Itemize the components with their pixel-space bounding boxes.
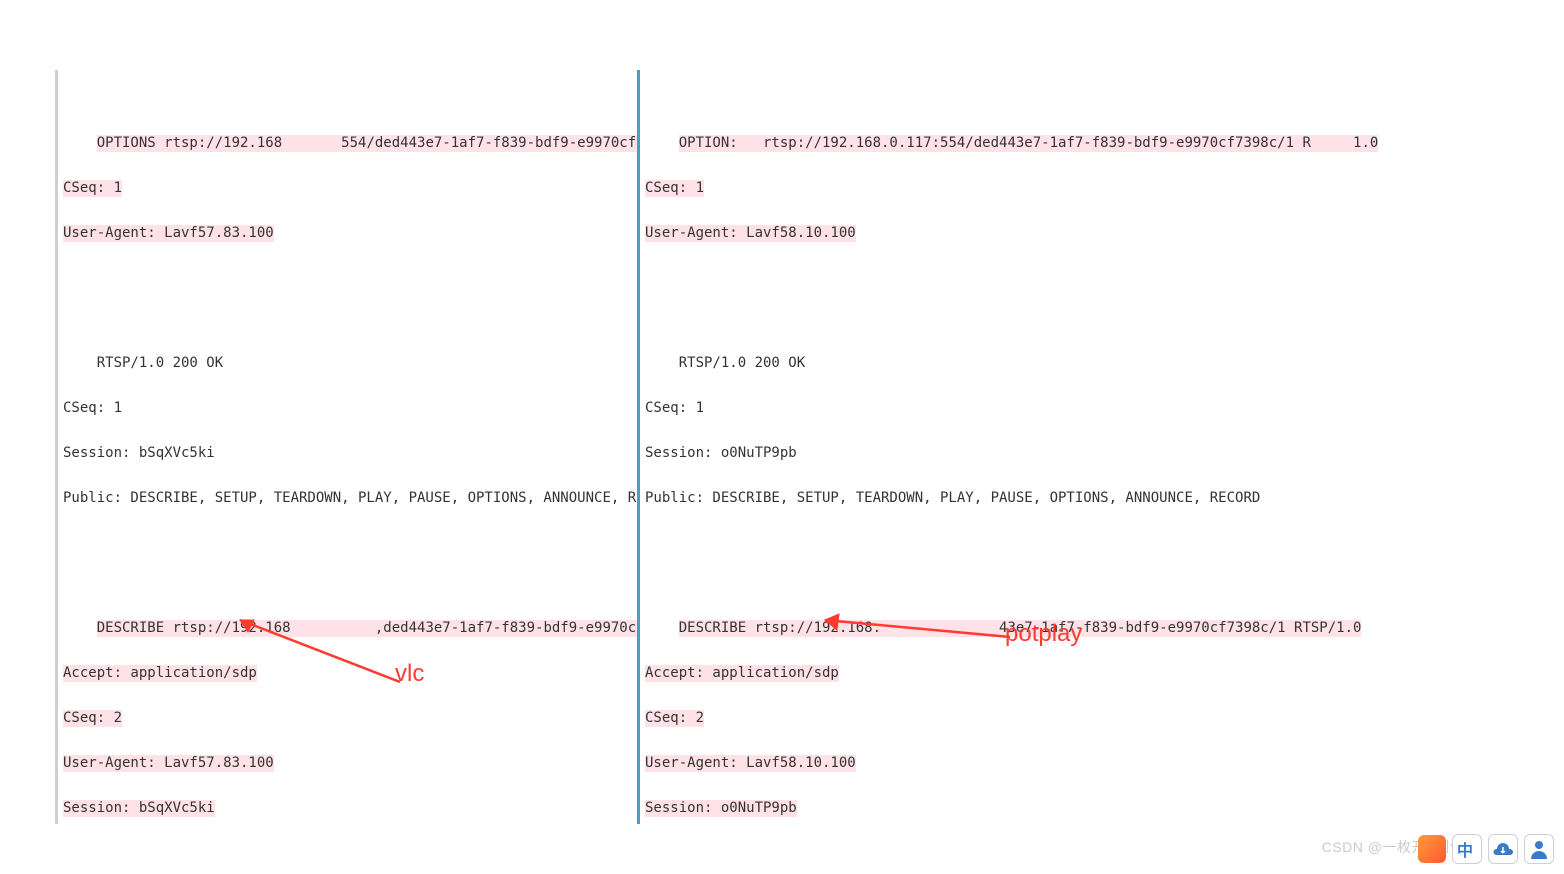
cloud-download-icon[interactable]: [1488, 834, 1518, 864]
log-line: CSeq: 1: [63, 400, 122, 417]
log-pane-potplay: OPTION: rtsp://192.168.0.117:554/ded443e…: [637, 70, 1559, 824]
log-line: CSeq: 1: [63, 180, 122, 197]
label-potplay: potplay: [1005, 625, 1082, 642]
log-line: Session: o0NuTP9pb: [645, 445, 797, 462]
options-request-left: OPTIONS rtsp://192.168 554/ded443e7-1af7…: [63, 104, 638, 273]
log-line: CSeq: 1: [645, 180, 704, 197]
arrow-left-icon: [230, 610, 405, 690]
sogou-icon[interactable]: [1418, 835, 1446, 863]
log-line: RTSP/1.0 200 OK: [97, 355, 223, 372]
log-line: User-Agent: Lavf58.10.100: [645, 755, 856, 772]
log-line: Session: o0NuTP9pb: [645, 800, 797, 817]
log-line: Session: bSqXVc5ki: [63, 800, 215, 817]
log-line: Public: DESCRIBE, SETUP, TEARDOWN, PLAY,…: [63, 490, 639, 507]
log-line: CSeq: 1: [645, 400, 704, 417]
log-line: OPTIONS rtsp://192.168 554/ded443e7-1af7…: [97, 135, 639, 152]
log-line: User-Agent: Lavf58.10.100: [645, 225, 856, 242]
user-icon[interactable]: [1524, 834, 1554, 864]
input-method-icon[interactable]: 中: [1452, 834, 1482, 864]
log-line: CSeq: 2: [63, 710, 122, 727]
arrow-right-icon: [815, 612, 1015, 647]
log-line: Public: DESCRIBE, SETUP, TEARDOWN, PLAY,…: [645, 490, 1260, 507]
overlay-icons: 中: [1418, 834, 1554, 864]
log-line: RTSP/1.0 200 OK: [679, 355, 805, 372]
log-line: User-Agent: Lavf57.83.100: [63, 225, 274, 242]
log-line: CSeq: 2: [645, 710, 704, 727]
log-line: OPTION: rtsp://192.168.0.117:554/ded443e…: [679, 135, 1379, 152]
log-pane-vlc: OPTIONS rtsp://192.168 554/ded443e7-1af7…: [55, 70, 639, 824]
log-line: Session: bSqXVc5ki: [63, 445, 215, 462]
log-line: Accept: application/sdp: [645, 665, 839, 682]
options-request-right: OPTION: rtsp://192.168.0.117:554/ded443e…: [645, 104, 1559, 273]
options-response-right: RTSP/1.0 200 OK CSeq: 1 Session: o0NuTP9pb…: [645, 324, 1559, 538]
log-line: User-Agent: Lavf57.83.100: [63, 755, 274, 772]
log-line: Accept: application/sdp: [63, 665, 257, 682]
describe-request-right: DESCRIBE rtsp://192.168. 43e7-1af7-f839-…: [645, 589, 1559, 824]
options-response-left: RTSP/1.0 200 OK CSeq: 1 Session: bSqXVc5ki…: [63, 324, 638, 538]
